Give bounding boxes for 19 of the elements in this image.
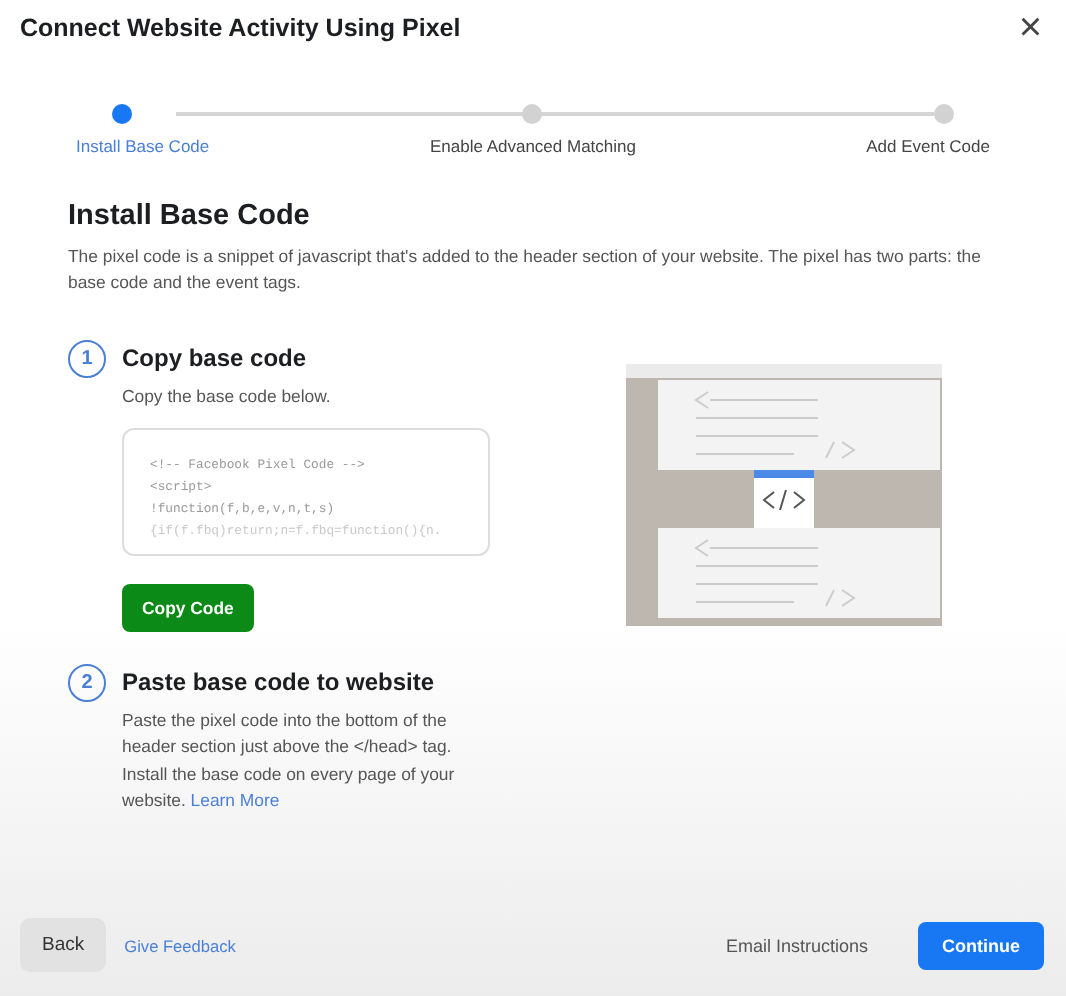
instruction-title: Paste base code to website — [122, 667, 437, 695]
back-button[interactable]: Back — [20, 918, 107, 972]
instruction-text: Paste the pixel code into the bottom of the header section just above the </head> tag. Install the base code on every page of your website. Learn More — [122, 707, 457, 814]
step-label: Install Base Code — [76, 136, 210, 156]
section-heading: Install Base Code — [68, 200, 312, 232]
learn-more-link[interactable]: Learn More — [190, 790, 280, 810]
close-button[interactable]: × — [1014, 12, 1046, 44]
instruction-title: Copy base code — [122, 344, 309, 372]
step-number: 1 — [68, 340, 106, 378]
step-number: 2 — [68, 663, 106, 701]
instruction-text: Copy the base code below. — [122, 384, 333, 410]
continue-button[interactable]: Continue — [918, 921, 1044, 969]
section-description: The pixel code is a snippet of javascript that's added to the header section of your website. The pixel has two parts: the base code and the event tags. — [68, 244, 983, 296]
copy-code-button[interactable]: Copy Code — [122, 583, 254, 631]
dialog-title: Connect Website Activity Using Pixel — [20, 14, 461, 42]
step-label: Enable Advanced Matching — [429, 136, 636, 156]
step-label: Add Event Code — [866, 136, 990, 156]
give-feedback-link[interactable]: Give Feedback — [124, 935, 236, 955]
email-instructions-button[interactable]: Email Instructions — [713, 933, 880, 957]
